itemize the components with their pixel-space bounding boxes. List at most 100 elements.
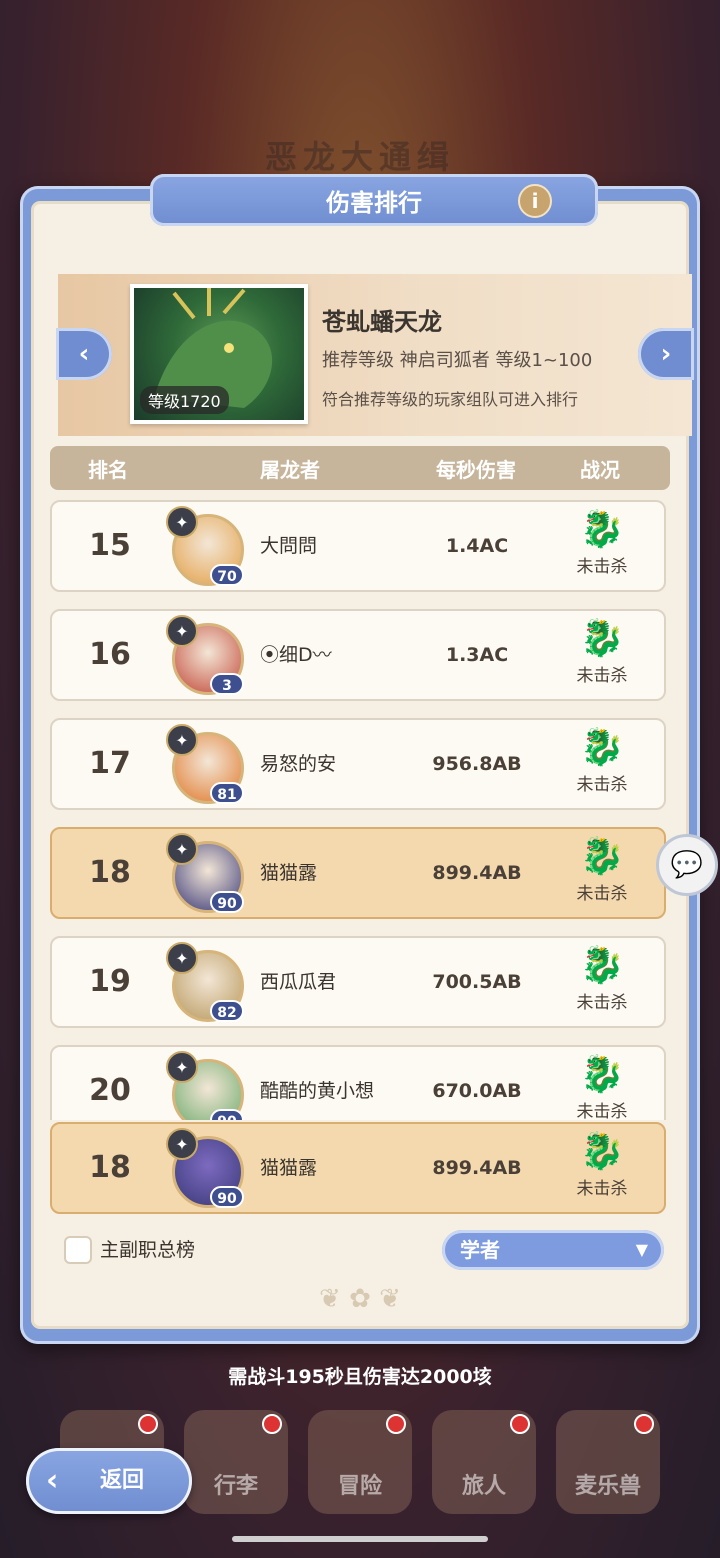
player-name: 大問問 (260, 535, 318, 557)
kill-status-text: 未击杀 (576, 666, 628, 686)
player-level: 90 (210, 1109, 244, 1120)
my-ranking-row[interactable]: 18 ✦ 90 猫猫露 899.4AB 🐉 未击杀 (50, 1122, 666, 1214)
home-indicator[interactable] (232, 1536, 488, 1542)
ranking-table-header: 排名 屠龙者 每秒伤害 战况 (50, 446, 670, 490)
row-rank: 16 (89, 637, 131, 672)
dragon-head-icon: 🐉 (579, 727, 625, 768)
avatar: ✦ 3 (166, 615, 250, 699)
row-rank: 15 (89, 528, 131, 563)
notification-dot (634, 1414, 654, 1434)
info-icon: i (531, 189, 539, 213)
prev-boss-button[interactable]: ‹ (56, 328, 112, 380)
back-button[interactable]: ‹ 返回 (26, 1448, 192, 1514)
kill-status-text: 未击杀 (576, 775, 628, 795)
main-sub-class-checkbox[interactable] (64, 1236, 92, 1264)
notification-dot (386, 1414, 406, 1434)
kill-status-text: 未击杀 (576, 1179, 628, 1199)
damage-ranking-modal: ‹ 等级1720 苍虬蟠天龙 推荐等级 神启司狐者 等级1~100 符合推荐等级… (20, 174, 700, 1344)
player-level: 90 (210, 891, 244, 913)
dragon-head-icon: 🐉 (579, 618, 625, 659)
ranking-row[interactable]: 16 ✦ 3 ⦿细D〰 1.3AC 🐉 未击杀 (50, 609, 666, 701)
player-dps: 1.4AC (445, 535, 509, 557)
avatar: ✦ 82 (166, 942, 250, 1026)
kill-status: 🐉 未击杀 (552, 726, 652, 806)
class-emblem-icon: ✦ (166, 724, 198, 756)
kill-status-text: 未击杀 (576, 993, 628, 1013)
avatar: ✦ 90 (166, 1051, 250, 1120)
player-dps: 899.4AB (432, 1157, 522, 1179)
avatar: ✦ 90 (166, 1128, 250, 1212)
player-dps: 670.0AB (432, 1080, 522, 1102)
class-emblem-icon: ✦ (166, 506, 198, 538)
player-name: 酷酷的黄小想 (260, 1080, 375, 1102)
boss-portrait: 等级1720 (130, 284, 308, 424)
back-button-label: 返回 (100, 1468, 145, 1493)
player-dps: 700.5AB (432, 971, 522, 993)
player-level: 82 (210, 1000, 244, 1022)
class-emblem-icon: ✦ (166, 1051, 198, 1083)
class-emblem-icon: ✦ (166, 942, 198, 974)
class-filter-select[interactable]: 学者 ▼ (442, 1230, 664, 1270)
dragon-head-icon: 🐉 (579, 509, 625, 550)
ranking-row[interactable]: 20 ✦ 90 酷酷的黄小想 670.0AB 🐉 未击杀 (50, 1045, 666, 1120)
header-slayer: 屠龙者 (260, 457, 320, 482)
boss-level-badge: 等级1720 (140, 386, 229, 414)
modal-title-banner: 伤害排行 i (150, 174, 598, 226)
dragon-head-icon: 🐉 (579, 1131, 625, 1172)
ranking-list[interactable]: 15 ✦ 70 大問問 1.4AC 🐉 未击杀 16 ✦ 3 ⦿细D〰 1.3A… (50, 500, 670, 1120)
nav-item-bag-icon[interactable]: 行李 (184, 1410, 288, 1514)
class-filter-value: 学者 (460, 1238, 500, 1262)
kill-status: 🐉 未击杀 (552, 835, 652, 915)
back-arrow-icon: ‹ (46, 1463, 59, 1498)
battle-requirement: 需战斗195秒且伤害达2000垓 (228, 1366, 492, 1388)
class-emblem-icon: ✦ (166, 615, 198, 647)
nav-item-swords-icon[interactable]: 冒险 (308, 1410, 412, 1514)
player-dps: 1.3AC (445, 644, 509, 666)
row-rank: 18 (89, 1150, 131, 1185)
ranking-row[interactable]: 17 ✦ 81 易怒的安 956.8AB 🐉 未击杀 (50, 718, 666, 810)
info-button[interactable]: i (518, 184, 552, 218)
nav-item-pet-icon[interactable]: 麦乐兽 (556, 1410, 660, 1514)
chevron-right-icon: › (660, 339, 672, 369)
nav-item-label: 行李 (213, 1474, 258, 1499)
kill-status: 🐉 未击杀 (552, 1053, 652, 1120)
kill-status: 🐉 未击杀 (552, 617, 652, 697)
checkbox-label: 主副职总榜 (100, 1239, 196, 1261)
player-level: 81 (210, 782, 244, 804)
ranking-row[interactable]: 18 ✦ 90 猫猫露 899.4AB 🐉 未击杀 (50, 827, 666, 919)
class-emblem-icon: ✦ (166, 833, 198, 865)
player-name: 西瓜瓜君 (260, 971, 337, 993)
dragon-head-icon: 🐉 (579, 1054, 625, 1095)
next-boss-button[interactable]: › (638, 328, 694, 380)
player-dps: 956.8AB (432, 753, 522, 775)
notification-dot (510, 1414, 530, 1434)
boss-recommend: 推荐等级 神启司狐者 等级1~100 (322, 350, 593, 371)
modal-title: 伤害排行 (326, 188, 422, 217)
row-rank: 19 (89, 964, 131, 999)
player-name: 猫猫露 (260, 862, 318, 884)
chat-bubble-icon: 💬 (670, 850, 704, 880)
ranking-row[interactable]: 15 ✦ 70 大問問 1.4AC 🐉 未击杀 (50, 500, 666, 592)
chevron-left-icon: ‹ (78, 339, 90, 369)
header-rank: 排名 (88, 457, 128, 482)
nav-item-traveler-icon[interactable]: 旅人 (432, 1410, 536, 1514)
dragon-head-icon: 🐉 (579, 945, 625, 986)
kill-status: 🐉 未击杀 (552, 944, 652, 1024)
modal-body: ‹ 等级1720 苍虬蟠天龙 推荐等级 神启司狐者 等级1~100 符合推荐等级… (34, 204, 694, 1326)
player-level: 3 (210, 673, 244, 695)
dragon-head-icon: 🐉 (579, 836, 625, 877)
triangle-down-icon: ▼ (635, 1240, 648, 1259)
boss-name: 苍虬蟠天龙 (322, 308, 442, 336)
player-name: 猫猫露 (260, 1157, 318, 1179)
player-level: 90 (210, 1186, 244, 1208)
row-rank: 20 (89, 1073, 131, 1108)
chat-button[interactable]: 💬 (656, 834, 718, 896)
ranking-row[interactable]: 19 ✦ 82 西瓜瓜君 700.5AB 🐉 未击杀 (50, 936, 666, 1028)
avatar: ✦ 70 (166, 506, 250, 590)
nav-item-label: 冒险 (337, 1474, 382, 1499)
header-status: 战况 (580, 457, 620, 482)
kill-status-text: 未击杀 (576, 557, 628, 577)
decorative-ornament: ❦ ✿ ❦ (319, 1284, 401, 1314)
dragon-image: 等级1720 (134, 288, 304, 420)
avatar: ✦ 81 (166, 724, 250, 808)
